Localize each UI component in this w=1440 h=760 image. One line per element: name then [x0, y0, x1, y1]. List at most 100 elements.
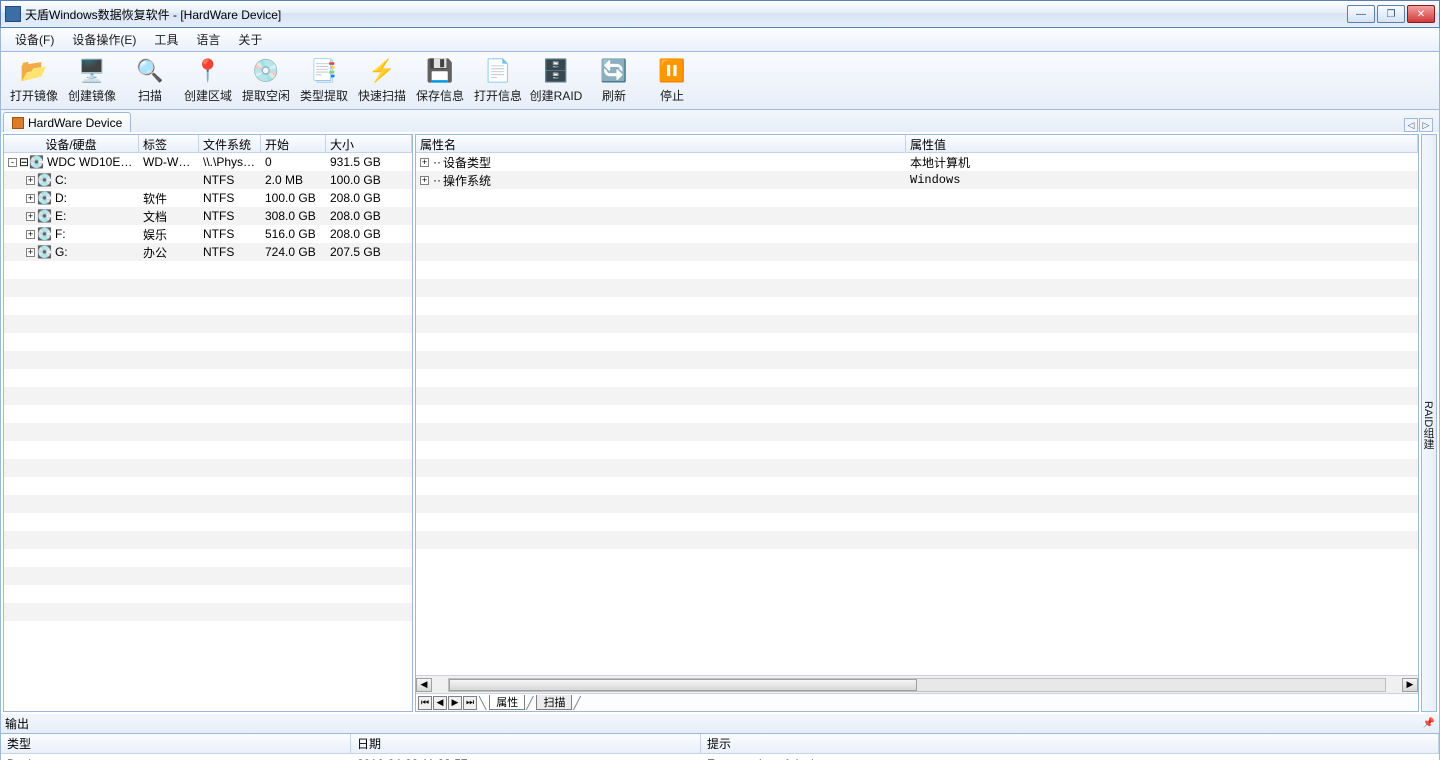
prop-row[interactable]: [416, 459, 1418, 477]
device-row[interactable]: [4, 369, 412, 387]
device-row[interactable]: +💽G:办公NTFS724.0 GB207.5 GB: [4, 243, 412, 261]
maximize-button[interactable]: ❐: [1377, 5, 1405, 23]
device-row[interactable]: [4, 531, 412, 549]
nav-next-icon[interactable]: ▶: [448, 696, 462, 710]
menu-item-3[interactable]: 语言: [188, 29, 228, 50]
tree-expand-icon[interactable]: +: [26, 176, 35, 185]
device-row[interactable]: [4, 603, 412, 621]
toolbar-button-7[interactable]: 💾保存信息: [411, 54, 469, 108]
prop-row[interactable]: [416, 315, 1418, 333]
toolbar-button-0[interactable]: 📂打开镜像: [5, 54, 63, 108]
prop-expand-icon[interactable]: +: [420, 176, 429, 185]
side-tab-raid[interactable]: RAID组建: [1421, 134, 1437, 712]
col-device[interactable]: 设备/硬盘: [4, 135, 139, 152]
prop-row[interactable]: [416, 441, 1418, 459]
col-prop-value[interactable]: 属性值: [906, 135, 1418, 152]
prop-row[interactable]: [416, 405, 1418, 423]
scroll-left-icon[interactable]: ◀: [416, 678, 432, 692]
device-row[interactable]: [4, 387, 412, 405]
prop-row[interactable]: [416, 477, 1418, 495]
prop-row[interactable]: [416, 189, 1418, 207]
tab-properties[interactable]: 属性: [489, 695, 525, 710]
device-row[interactable]: [4, 279, 412, 297]
col-prop-name[interactable]: 属性名: [416, 135, 906, 152]
device-row[interactable]: +💽C:NTFS2.0 MB100.0 GB: [4, 171, 412, 189]
menu-item-0[interactable]: 设备(F): [7, 29, 62, 50]
device-row[interactable]: [4, 567, 412, 585]
pin-icon[interactable]: 📌: [1423, 718, 1435, 729]
menu-item-2[interactable]: 工具: [146, 29, 186, 50]
toolbar-button-3[interactable]: 📍创建区域: [179, 54, 237, 108]
device-row[interactable]: [4, 333, 412, 351]
prop-row[interactable]: [416, 261, 1418, 279]
device-row[interactable]: +💽D:软件NTFS100.0 GB208.0 GB: [4, 189, 412, 207]
prop-row[interactable]: [416, 513, 1418, 531]
device-row[interactable]: [4, 441, 412, 459]
prop-row[interactable]: [416, 531, 1418, 549]
device-row[interactable]: [4, 423, 412, 441]
menu-item-4[interactable]: 关于: [230, 29, 270, 50]
device-row[interactable]: [4, 585, 412, 603]
toolbar-button-8[interactable]: 📄打开信息: [469, 54, 527, 108]
scroll-right-icon[interactable]: ▶: [1402, 678, 1418, 692]
device-row[interactable]: [4, 297, 412, 315]
tab-nav-next[interactable]: ▷: [1419, 118, 1433, 132]
prop-row[interactable]: [416, 369, 1418, 387]
out-col-hint[interactable]: 提示: [701, 734, 1439, 753]
prop-row[interactable]: [416, 243, 1418, 261]
prop-row[interactable]: [416, 387, 1418, 405]
toolbar-button-11[interactable]: ⏸️停止: [643, 54, 701, 108]
device-row[interactable]: [4, 459, 412, 477]
col-label[interactable]: 标签: [139, 135, 199, 152]
tree-expand-icon[interactable]: -: [8, 158, 17, 167]
prop-row[interactable]: [416, 279, 1418, 297]
device-row[interactable]: [4, 261, 412, 279]
tree-expand-icon[interactable]: +: [26, 194, 35, 203]
prop-row[interactable]: [416, 351, 1418, 369]
device-row[interactable]: [4, 513, 412, 531]
tree-expand-icon[interactable]: +: [26, 248, 35, 257]
h-scrollbar[interactable]: ◀ ▶: [416, 675, 1418, 693]
menu-item-1[interactable]: 设备操作(E): [64, 29, 144, 50]
device-row[interactable]: [4, 315, 412, 333]
minimize-button[interactable]: —: [1347, 5, 1375, 23]
device-row[interactable]: -⊟💽WDC WD10E…WD-WM…\\.\Physi…0931.5 GB: [4, 153, 412, 171]
prop-row[interactable]: [416, 225, 1418, 243]
toolbar-button-5[interactable]: 📑类型提取: [295, 54, 353, 108]
tab-scan[interactable]: 扫描: [536, 695, 572, 710]
toolbar-button-4[interactable]: 💿提取空闲: [237, 54, 295, 108]
nav-prev-icon[interactable]: ◀: [433, 696, 447, 710]
out-col-date[interactable]: 日期: [351, 734, 701, 753]
prop-row[interactable]: [416, 423, 1418, 441]
toolbar-button-9[interactable]: 🗄️创建RAID: [527, 54, 585, 108]
toolbar-button-6[interactable]: ⚡快速扫描: [353, 54, 411, 108]
col-size[interactable]: 大小: [326, 135, 412, 152]
device-row[interactable]: [4, 495, 412, 513]
prop-row[interactable]: [416, 495, 1418, 513]
col-start[interactable]: 开始: [261, 135, 326, 152]
device-row[interactable]: [4, 405, 412, 423]
prop-expand-icon[interactable]: +: [420, 158, 429, 167]
device-row[interactable]: +💽E:文档NTFS308.0 GB208.0 GB: [4, 207, 412, 225]
toolbar-button-10[interactable]: 🔄刷新: [585, 54, 643, 108]
output-row[interactable]: Devices2016-04-09 11:23:57Enumeration of…: [1, 754, 1439, 760]
device-row[interactable]: [4, 549, 412, 567]
device-row[interactable]: [4, 477, 412, 495]
toolbar-button-2[interactable]: 🔍扫描: [121, 54, 179, 108]
tree-expand-icon[interactable]: +: [26, 212, 35, 221]
tree-expand-icon[interactable]: +: [26, 230, 35, 239]
col-fs[interactable]: 文件系统: [199, 135, 261, 152]
prop-row[interactable]: +··操作系统Windows: [416, 171, 1418, 189]
prop-row[interactable]: [416, 207, 1418, 225]
prop-row[interactable]: [416, 333, 1418, 351]
toolbar-button-1[interactable]: 🖥️创建镜像: [63, 54, 121, 108]
device-row[interactable]: +💽F:娱乐NTFS516.0 GB208.0 GB: [4, 225, 412, 243]
out-col-type[interactable]: 类型: [1, 734, 351, 753]
device-row[interactable]: [4, 351, 412, 369]
prop-row[interactable]: +··设备类型本地计算机: [416, 153, 1418, 171]
document-tab-hardware[interactable]: HardWare Device: [3, 112, 131, 132]
close-button[interactable]: ✕: [1407, 5, 1435, 23]
nav-last-icon[interactable]: ⏭: [463, 696, 477, 710]
prop-row[interactable]: [416, 297, 1418, 315]
nav-first-icon[interactable]: ⏮: [418, 696, 432, 710]
